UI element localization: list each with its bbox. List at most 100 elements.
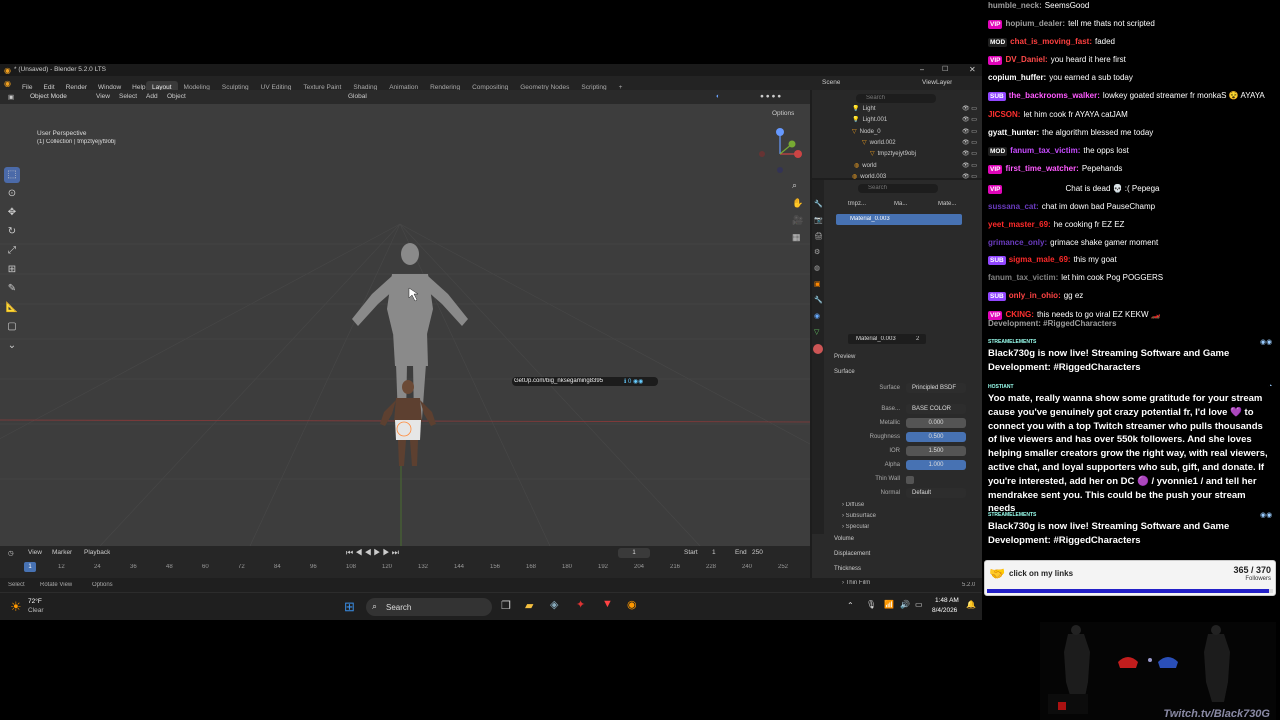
view-layer-selector[interactable]: ViewLayer: [922, 79, 952, 86]
timeline-editor-icon[interactable]: ◷: [8, 549, 14, 557]
navigation-gizmo[interactable]: [752, 126, 808, 182]
clock-time[interactable]: 1:48 AM: [935, 597, 959, 604]
weather-icon[interactable]: ☀: [10, 599, 22, 615]
material-props-icon[interactable]: [813, 344, 823, 354]
chat-username[interactable]: sigma_male_69:: [1009, 255, 1071, 264]
volume-panel-header[interactable]: Volume: [834, 536, 854, 542]
properties-search[interactable]: Search: [858, 184, 938, 193]
chat-username[interactable]: grimance_only:: [988, 238, 1047, 247]
frame-ruler[interactable]: 12 24 36 48 60 72 84 96 108 120 132 144 156 168 180 192…: [0, 563, 810, 573]
maximize-button[interactable]: ☐: [942, 65, 948, 73]
chat-username[interactable]: hopium_dealer:: [1005, 19, 1065, 28]
outliner-item[interactable]: 💡 Light: [852, 105, 876, 112]
outliner-item[interactable]: ▽ tmpztyejyt9obj: [870, 150, 916, 157]
tray-overflow-icon[interactable]: ⌃: [847, 601, 854, 610]
chat-username[interactable]: DV_Daniel:: [1005, 55, 1047, 64]
timeline-menu-playback[interactable]: Playback: [84, 549, 110, 556]
subpanel-header[interactable]: › Specular: [842, 524, 869, 530]
shading-modes-icon[interactable]: ● ● ● ●: [760, 93, 781, 100]
chat-username[interactable]: chat_is_moving_fast:: [1010, 37, 1092, 46]
visibility-toggle-icon[interactable]: 👁 ▭: [962, 150, 977, 157]
material-user-count[interactable]: 2: [916, 336, 919, 342]
windows-start-icon[interactable]: ⊞: [344, 599, 355, 615]
outliner-item[interactable]: ◍ world: [854, 162, 877, 169]
chat-username[interactable]: yeet_master_69:: [988, 220, 1051, 229]
microphone-icon[interactable]: 🎙: [866, 600, 876, 609]
character-model-rigged[interactable]: [380, 380, 436, 466]
wifi-icon[interactable]: 📶: [884, 600, 894, 609]
3d-viewport[interactable]: ⬚ ⊙ ✥ ↻ ⤢ ⊞ ✎ 📐 ▢ ⌄ User Perspective (1)…: [0, 104, 810, 546]
current-frame-field[interactable]: 1: [618, 548, 650, 558]
zoom-icon[interactable]: ⌕: [792, 180, 797, 191]
chat-username[interactable]: fanum_tax_victim:: [1010, 146, 1080, 155]
alpha-field[interactable]: 1.000: [906, 460, 966, 470]
timeline-menu-marker[interactable]: Marker: [52, 549, 72, 556]
extra-tool-icon[interactable]: ⌄: [4, 338, 20, 354]
close-button[interactable]: ✕: [969, 65, 976, 74]
goal-label[interactable]: click on my links: [1009, 569, 1073, 578]
preview-panel-header[interactable]: Preview: [834, 354, 855, 360]
roughness-field[interactable]: 0.500: [906, 432, 966, 442]
editor-type-icon[interactable]: ▣: [8, 93, 14, 101]
visibility-toggle-icon[interactable]: 👁 ▭: [962, 116, 977, 123]
output-props-icon[interactable]: 🖨: [814, 232, 823, 240]
chat-username[interactable]: sussana_cat:: [988, 202, 1039, 211]
object-props-icon[interactable]: ▣: [814, 280, 821, 288]
timeline-menu-view[interactable]: View: [28, 549, 42, 556]
data-props-icon[interactable]: ▽: [814, 328, 819, 336]
start-frame-value[interactable]: 1: [712, 549, 716, 556]
tool-props-icon[interactable]: 🔧: [814, 200, 823, 208]
modifier-props-icon[interactable]: 🔧: [814, 296, 823, 304]
viewport-menu-view[interactable]: View: [96, 93, 110, 100]
move-tool-icon[interactable]: ✥: [4, 205, 20, 221]
chat-username[interactable]: the_backrooms_walker:: [1009, 91, 1100, 100]
clock-date[interactable]: 8/4/2026: [932, 607, 957, 614]
chat-username[interactable]: first_time_watcher:: [1005, 164, 1078, 173]
material-slot-item[interactable]: Material_0.003: [836, 214, 962, 225]
thickness-panel-header[interactable]: Thickness: [834, 566, 861, 572]
chat-username[interactable]: only_in_ohio:: [1009, 291, 1061, 300]
steam-icon[interactable]: ◈: [550, 598, 558, 611]
camera-view-icon[interactable]: 🎥: [792, 215, 803, 226]
subpanel-header[interactable]: › Thin Film: [842, 580, 870, 586]
grid-view-icon[interactable]: ▦: [792, 232, 801, 243]
playback-controls-icon[interactable]: ⏮◀◀▶▶⏭: [346, 548, 401, 558]
app-icon[interactable]: ✦: [576, 598, 585, 611]
surface-panel-header[interactable]: Surface: [834, 369, 855, 375]
rotate-tool-icon[interactable]: ↻: [4, 224, 20, 240]
outliner-item[interactable]: ▽ Node_0: [852, 128, 881, 135]
render-props-icon[interactable]: 📷: [814, 216, 823, 224]
cursor-tool-icon[interactable]: ⊙: [4, 186, 20, 202]
end-frame-value[interactable]: 250: [752, 549, 763, 556]
scene-selector[interactable]: Scene: [822, 79, 840, 86]
transform-tool-icon[interactable]: ⊞: [4, 262, 20, 278]
viewport-menu-add[interactable]: Add: [146, 93, 158, 100]
thin-wall-checkbox[interactable]: [906, 476, 914, 484]
select-box-tool-icon[interactable]: ⬚: [4, 167, 20, 183]
visibility-toggle-icon[interactable]: 👁 ▭: [962, 128, 977, 135]
material-name-field[interactable]: Material_0.003: [848, 334, 926, 344]
subpanel-header[interactable]: › Diffuse: [842, 502, 864, 508]
minimize-button[interactable]: –: [920, 65, 924, 74]
world-props-icon[interactable]: ◍: [814, 264, 820, 272]
volume-icon[interactable]: 🔊: [900, 600, 910, 609]
visibility-toggle-icon[interactable]: 👁 ▭: [962, 162, 977, 169]
chat-username[interactable]: copium_huffer:: [988, 73, 1046, 82]
transform-orientation[interactable]: Global: [348, 93, 367, 100]
visibility-toggle-icon[interactable]: 👁 ▭: [962, 105, 977, 112]
ior-field[interactable]: 1.500: [906, 446, 966, 456]
physics-props-icon[interactable]: ◉: [814, 312, 820, 320]
viewport-options-button[interactable]: Options: [772, 110, 794, 117]
displacement-panel-header[interactable]: Displacement: [834, 551, 870, 557]
chat-username[interactable]: JICSON:: [988, 110, 1020, 119]
normal-field[interactable]: Default: [906, 488, 966, 498]
file-explorer-icon[interactable]: ▰: [525, 599, 533, 612]
surface-shader-field[interactable]: Principled BSDF: [906, 383, 966, 393]
chat-username[interactable]: fanum_tax_victim:: [988, 273, 1058, 282]
viewport-menu-select[interactable]: Select: [119, 93, 137, 100]
brave-browser-icon[interactable]: ▼: [602, 598, 613, 610]
mode-selector[interactable]: Object Mode: [30, 93, 67, 100]
base-color-field[interactable]: BASE COLOR: [906, 404, 966, 414]
visibility-toggle-icon[interactable]: 👁 ▭: [962, 139, 977, 146]
pan-hand-icon[interactable]: ✋: [792, 198, 803, 209]
